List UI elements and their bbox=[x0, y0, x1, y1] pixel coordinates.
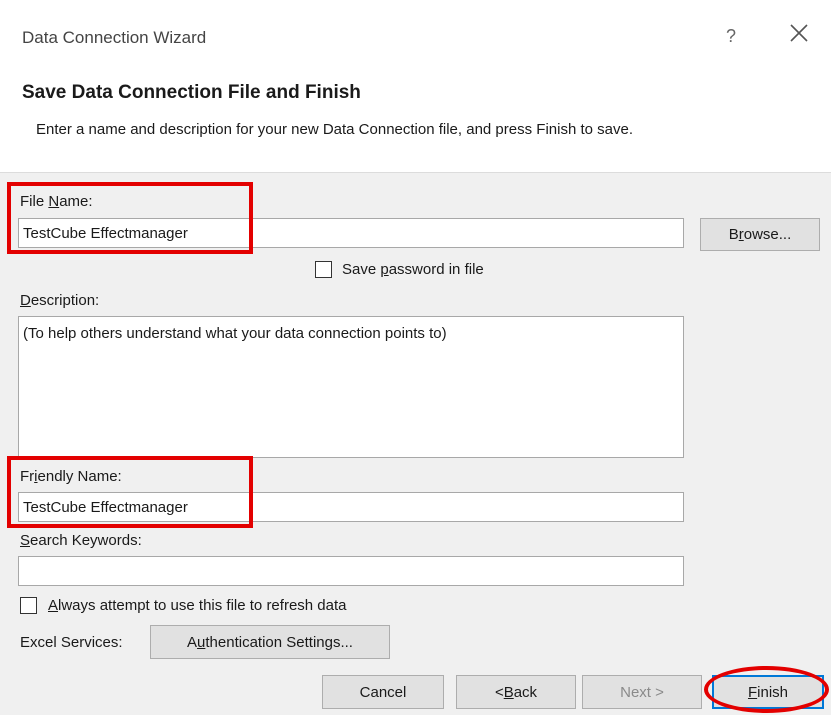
search-keywords-label: Search Keywords: bbox=[20, 532, 142, 549]
search-keywords-input[interactable] bbox=[18, 556, 684, 586]
next-button[interactable]: Next > bbox=[582, 675, 702, 709]
description-textarea[interactable]: (To help others understand what your dat… bbox=[18, 316, 684, 458]
description-label: Description: bbox=[20, 292, 100, 309]
always-attempt-label[interactable]: Always attempt to use this file to refre… bbox=[48, 597, 347, 614]
back-button[interactable]: < Back bbox=[456, 675, 576, 709]
close-icon[interactable] bbox=[788, 22, 810, 44]
excel-services-label: Excel Services: bbox=[20, 634, 123, 651]
window-title: Data Connection Wizard bbox=[22, 28, 207, 47]
save-password-label[interactable]: Save password in file bbox=[342, 261, 484, 278]
help-icon[interactable]: ? bbox=[726, 26, 736, 47]
cancel-button[interactable]: Cancel bbox=[322, 675, 444, 709]
always-attempt-checkbox[interactable] bbox=[20, 597, 37, 614]
file-name-highlight bbox=[7, 182, 253, 254]
save-password-checkbox[interactable] bbox=[315, 261, 332, 278]
page-heading: Save Data Connection File and Finish bbox=[22, 82, 361, 103]
browse-button[interactable]: Br owse... bbox=[700, 218, 820, 251]
friendly-name-highlight bbox=[7, 456, 253, 528]
page-description: Enter a name and description for your ne… bbox=[36, 121, 633, 138]
finish-highlight bbox=[704, 666, 829, 713]
header-panel bbox=[0, 60, 831, 173]
authentication-settings-button[interactable]: Au thentication Settings... bbox=[150, 625, 390, 659]
